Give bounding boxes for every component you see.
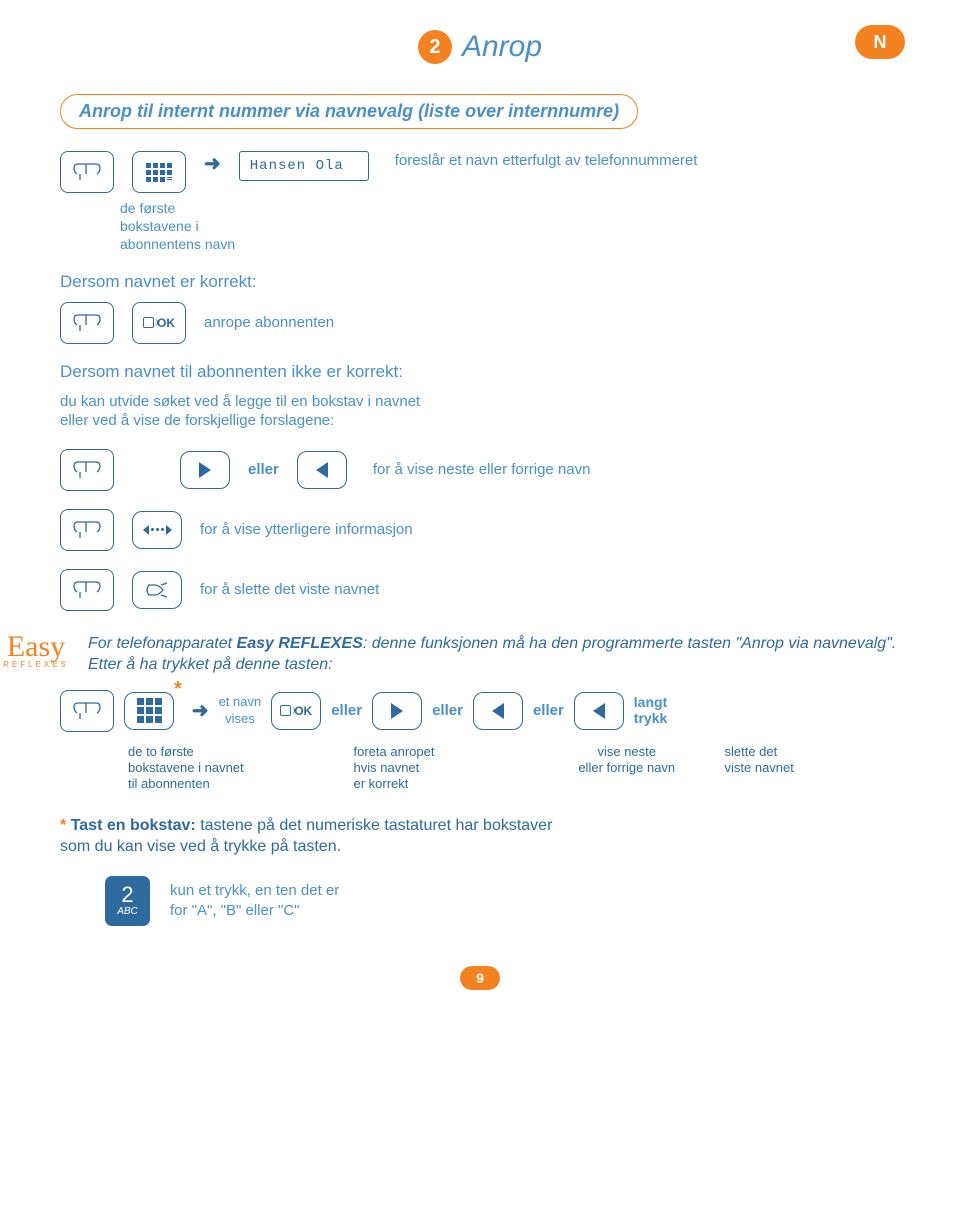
caption-suggest: foreslår et navn etterfulgt av telefonnu… [395, 151, 698, 171]
caption-show-next: vise neste eller forrige navn [539, 744, 715, 793]
press-icon [60, 509, 114, 551]
caption-call-sub: anrope abonnenten [204, 313, 334, 333]
easy-reflexes-logo: Easy REFLEXES [0, 633, 74, 669]
keypad-icon [132, 151, 186, 193]
press-icon [60, 151, 114, 193]
next-button[interactable] [372, 692, 422, 730]
easy-description: For telefonapparatet Easy REFLEXES: denn… [88, 633, 900, 676]
prev-button[interactable] [297, 451, 347, 489]
caption-name-shown: et navn vises [219, 694, 262, 728]
section-heading: Anrop til internt nummer via navnevalg (… [60, 94, 638, 129]
ok-button[interactable]: OK [271, 692, 321, 730]
prev-button[interactable] [473, 692, 523, 730]
page-number: 9 [460, 966, 500, 990]
press-icon [60, 690, 114, 732]
page-title: Anrop [462, 30, 542, 64]
caption-first-letters: de første bokstavene i abonnentens navn [120, 199, 900, 254]
more-info-button[interactable] [132, 511, 182, 549]
or-label: eller [432, 702, 463, 719]
caption-key-press: kun et trykk, en ten det er for "A", "B"… [170, 881, 339, 920]
next-button[interactable] [180, 451, 230, 489]
if-not-correct-heading: Dersom navnet til abonnenten ikke er kor… [60, 362, 900, 382]
caption-make-call: foreta anropet hvis navnet er korrekt [354, 744, 530, 793]
footnote: * Tast en bokstav: tastene på det numeri… [60, 815, 900, 858]
long-press-label: langt trykk [634, 695, 667, 726]
key-2-abc[interactable]: 2 ABC [105, 876, 150, 926]
asterisk: * [174, 678, 182, 701]
step-number-badge: 2 [418, 30, 452, 64]
or-label: eller [533, 702, 564, 719]
if-not-body: du kan utvide søket ved å legge til en b… [60, 392, 900, 431]
if-correct-heading: Dersom navnet er korrekt: [60, 272, 900, 292]
caption-more-info: for å vise ytterligere informasjon [200, 520, 413, 540]
display-text: Hansen Ola [239, 151, 369, 181]
prev-long-button[interactable] [574, 692, 624, 730]
caption-delete-name: slette det viste navnet [725, 744, 901, 793]
side-letter-badge: N [855, 25, 905, 59]
press-icon [60, 449, 114, 491]
caption-two-first: de to første bokstavene i navnet til abo… [128, 744, 304, 793]
press-icon [60, 302, 114, 344]
caption-next-prev: for å vise neste eller forrige navn [373, 460, 591, 480]
press-icon [60, 569, 114, 611]
arrow-icon: ➜ [192, 698, 209, 723]
or-label: eller [331, 702, 362, 719]
ok-button[interactable]: OK [132, 302, 186, 344]
or-label: eller [248, 461, 279, 478]
delete-button[interactable] [132, 571, 182, 609]
numeric-keypad-icon [124, 692, 174, 730]
caption-delete: for å slette det viste navnet [200, 580, 379, 600]
arrow-icon: ➜ [204, 151, 221, 176]
